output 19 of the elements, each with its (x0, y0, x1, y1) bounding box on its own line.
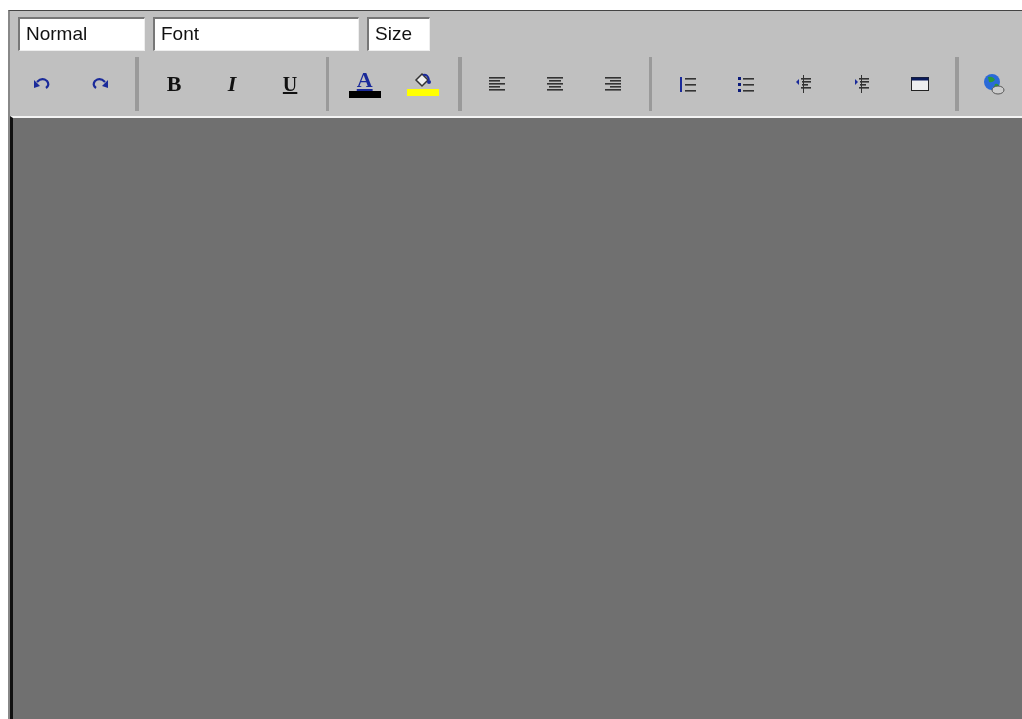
table-icon (910, 77, 929, 91)
indent-icon (852, 75, 871, 93)
format-dropdown[interactable]: Normal (18, 17, 145, 51)
undo-icon (32, 78, 51, 90)
align-center-icon (546, 76, 565, 92)
font-dropdown[interactable]: Font (153, 17, 359, 51)
numbered-list-icon (678, 75, 697, 93)
paint-bucket-icon (412, 72, 433, 88)
underline-button[interactable]: U (262, 62, 318, 106)
bold-button[interactable]: B (146, 62, 202, 106)
redo-icon (90, 78, 109, 90)
italic-button[interactable]: I (204, 62, 260, 106)
bullet-list-icon (736, 75, 755, 93)
outdent-icon (794, 75, 813, 93)
align-left-icon (488, 76, 507, 92)
text-color-button[interactable]: A (337, 62, 393, 106)
globe-link-icon (983, 73, 1006, 95)
align-right-icon (604, 76, 623, 92)
size-dropdown[interactable]: Size (367, 17, 430, 51)
